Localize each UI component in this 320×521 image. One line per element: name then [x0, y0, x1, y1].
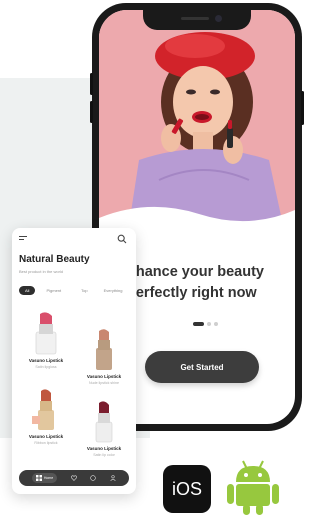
- tab-everything[interactable]: Everything: [99, 286, 128, 295]
- product-name: Vasuno Lipstick: [28, 358, 64, 363]
- volume-up-button: [90, 73, 93, 95]
- product-card[interactable]: Vasuno Lipstick Satin lipgloss: [20, 310, 72, 380]
- search-icon[interactable]: [117, 234, 127, 244]
- catalog-subtitle: Best product in the world: [19, 269, 64, 274]
- product-card[interactable]: Vasuno Lipstick Nude lipstick shine: [78, 326, 130, 396]
- lipstick-image: [32, 389, 54, 430]
- page-dot-active[interactable]: [193, 322, 204, 326]
- tab-top[interactable]: Top: [76, 286, 92, 295]
- heart-icon[interactable]: [70, 475, 77, 481]
- menu-icon[interactable]: [19, 236, 27, 243]
- tab-pigment[interactable]: Pigment: [41, 286, 66, 295]
- nav-home-button[interactable]: Home: [31, 473, 58, 483]
- product-description: Ribbon lipstick: [34, 441, 58, 445]
- lipstick-image: [96, 329, 112, 370]
- android-robot-icon: [227, 460, 279, 515]
- page-dot[interactable]: [214, 322, 218, 326]
- headline-line-2: perfectly right now: [127, 285, 257, 301]
- catalog-screen: Natural Beauty Best product in the world…: [12, 228, 136, 494]
- product-card[interactable]: Vasuno Lipstick Satin lip color: [78, 398, 130, 468]
- profile-icon[interactable]: [110, 475, 116, 481]
- product-description: Satin lip color: [93, 453, 115, 457]
- power-button: [301, 91, 304, 125]
- bottom-navigation: Home: [19, 470, 129, 486]
- category-tabs: All Pigment Top Everything: [19, 286, 128, 295]
- product-name: Vasuno Lipstick: [28, 434, 64, 439]
- get-started-button[interactable]: Get Started: [145, 351, 259, 383]
- ios-badge: iOS: [163, 465, 211, 513]
- woman-applying-lipstick-photo: [99, 10, 295, 225]
- nav-home-label: Home: [43, 476, 54, 480]
- chat-icon[interactable]: [90, 475, 97, 481]
- headline-line-1: nhance your beauty: [127, 264, 264, 280]
- lipstick-image: [95, 401, 113, 443]
- product-description: Nude lipstick shine: [89, 381, 119, 385]
- lipstick-image: [35, 312, 57, 355]
- grid-icon: [35, 475, 42, 481]
- hero-image: [99, 10, 295, 238]
- product-description: Satin lipgloss: [35, 365, 57, 369]
- speaker-grille: [181, 17, 209, 20]
- volume-down-button: [90, 101, 93, 123]
- onboarding-headline: nhance your beauty perfectly right now: [127, 262, 295, 304]
- product-name: Vasuno Lipstick: [86, 374, 122, 379]
- product-card[interactable]: Vasuno Lipstick Ribbon lipstick: [20, 386, 72, 456]
- page-dot[interactable]: [207, 322, 211, 326]
- front-camera: [215, 15, 222, 22]
- tab-all[interactable]: All: [19, 286, 36, 295]
- product-name: Vasuno Lipstick: [86, 446, 122, 451]
- page-indicator: [193, 322, 218, 326]
- catalog-title: Natural Beauty: [19, 254, 90, 265]
- phone-notch: [143, 10, 251, 30]
